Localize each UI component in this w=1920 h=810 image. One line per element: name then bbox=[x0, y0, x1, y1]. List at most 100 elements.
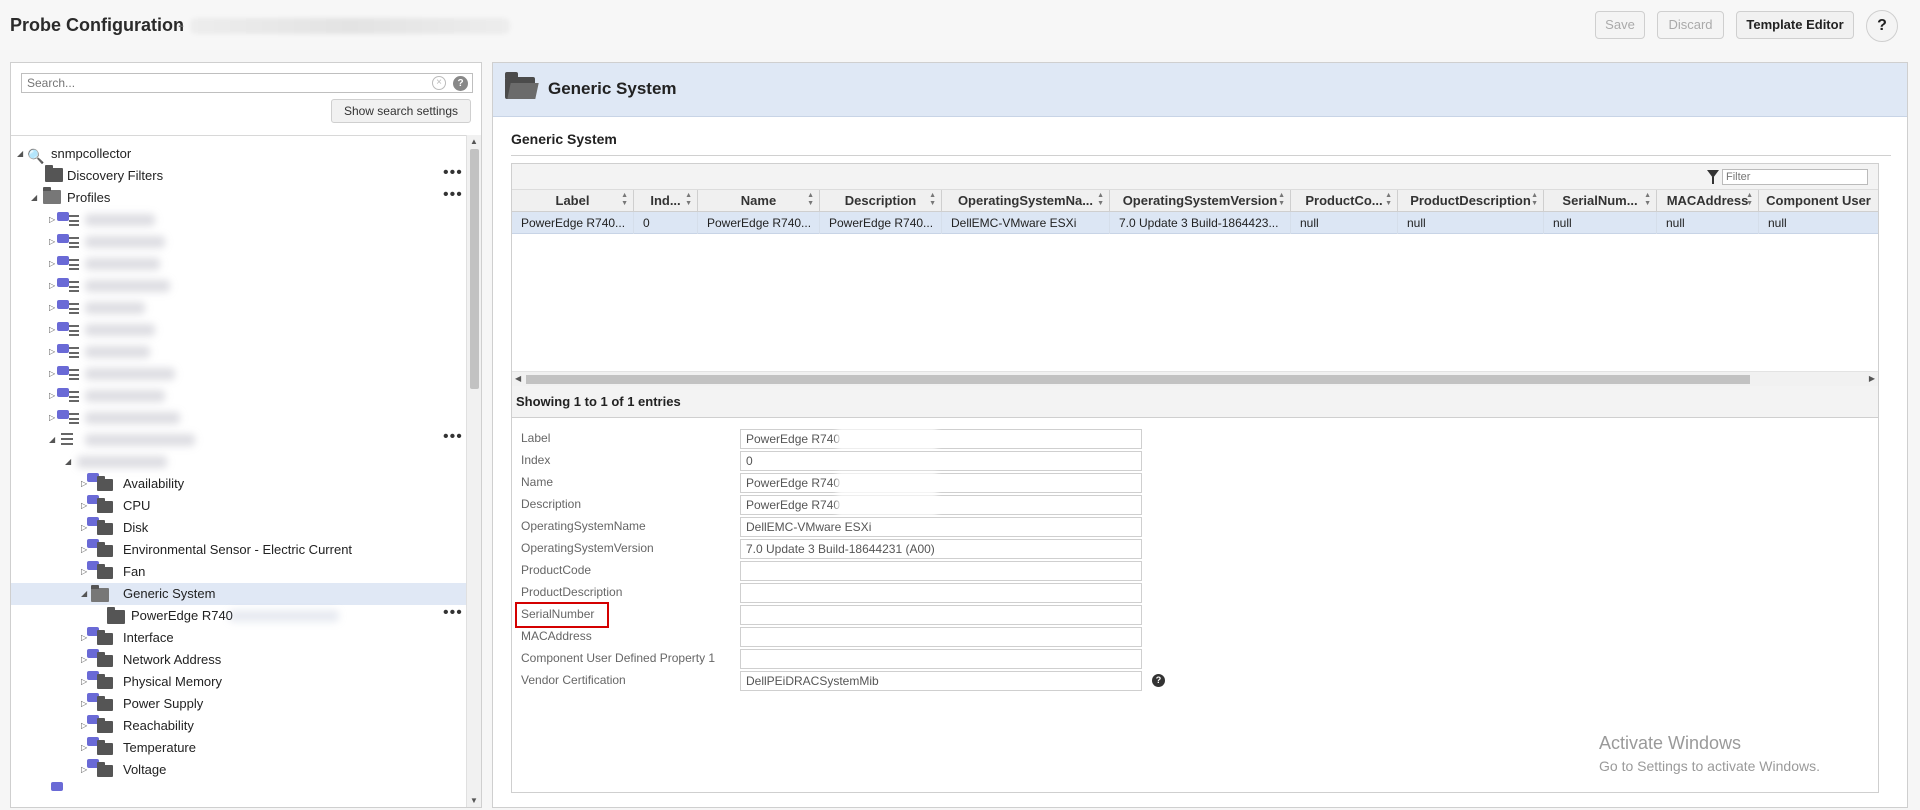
table-row[interactable]: PowerEdge R740... 0 PowerEdge R740... Po… bbox=[512, 212, 1878, 234]
tree-node-reachability[interactable]: ▷ Reachability bbox=[11, 715, 466, 737]
tree-node-profile-redacted[interactable]: ▷ bbox=[11, 275, 466, 297]
tree-node-profile-redacted[interactable]: ▷ bbox=[11, 407, 466, 429]
help-icon[interactable]: ? bbox=[1152, 674, 1165, 687]
column-header[interactable]: Label ▲ ▼ bbox=[512, 190, 634, 212]
tree-node-profile-redacted[interactable]: ▷ bbox=[11, 341, 466, 363]
more-icon[interactable]: ••• bbox=[443, 426, 463, 448]
tree-node-cpu[interactable]: ▷ CPU bbox=[11, 495, 466, 517]
more-icon[interactable]: ••• bbox=[443, 162, 463, 184]
tree-node-profile-redacted[interactable]: ▷ bbox=[11, 363, 466, 385]
expand-icon[interactable]: ▷ bbox=[49, 319, 55, 341]
column-header[interactable]: Description ▲ ▼ bbox=[820, 190, 942, 212]
title-separator: - bbox=[178, 15, 184, 35]
detail-title: Generic System bbox=[548, 79, 677, 98]
tree-node-disk[interactable]: ▷ Disk bbox=[11, 517, 466, 539]
discard-button[interactable]: Discard bbox=[1657, 11, 1724, 39]
product-description-field[interactable] bbox=[740, 583, 1142, 603]
help-button[interactable]: ? bbox=[1866, 10, 1898, 42]
name-field[interactable]: PowerEdge R740 bbox=[740, 472, 1142, 494]
column-header[interactable]: Ind... ▲ ▼ bbox=[634, 190, 698, 212]
tree-node-availability[interactable]: ▷ Availability bbox=[11, 473, 466, 495]
expand-icon[interactable]: ▷ bbox=[49, 341, 55, 363]
expand-icon[interactable]: ▷ bbox=[49, 363, 55, 385]
form-row-os-version: OperatingSystemVersion 7.0 Update 3 Buil… bbox=[512, 538, 1878, 560]
scroll-right-icon[interactable]: ▶ bbox=[1869, 374, 1875, 383]
tree-node-fan[interactable]: ▷ Fan bbox=[11, 561, 466, 583]
tree-node-network-address[interactable]: ▷ Network Address bbox=[11, 649, 466, 671]
component-udp1-field[interactable] bbox=[740, 649, 1142, 669]
scroll-thumb[interactable] bbox=[526, 375, 1750, 384]
expand-icon[interactable]: ▷ bbox=[49, 231, 55, 253]
search-input[interactable] bbox=[22, 74, 422, 92]
tree-node-partial[interactable] bbox=[11, 781, 466, 803]
tree-node-discovery-filters[interactable]: Discovery Filters ••• bbox=[11, 162, 466, 187]
description-field[interactable]: PowerEdge R740 bbox=[740, 494, 1142, 516]
expand-icon[interactable]: ▷ bbox=[49, 385, 55, 407]
grid-horizontal-scrollbar[interactable]: ◀ ▶ bbox=[512, 371, 1878, 386]
form-row-product-description: ProductDescription bbox=[512, 582, 1878, 604]
scroll-up-icon[interactable]: ▲ bbox=[470, 137, 478, 146]
tree-node-environmental-sensor[interactable]: ▷ Environmental Sensor - Electric Current bbox=[11, 539, 466, 561]
os-version-field[interactable]: 7.0 Update 3 Build-18644231 (A00) bbox=[740, 539, 1142, 559]
scroll-left-icon[interactable]: ◀ bbox=[515, 374, 521, 383]
detail-header: Generic System bbox=[493, 63, 1907, 117]
expand-icon[interactable]: ▷ bbox=[49, 297, 55, 319]
expand-icon[interactable]: ▷ bbox=[49, 253, 55, 275]
collapse-icon[interactable]: ◢ bbox=[31, 187, 37, 209]
expand-icon[interactable]: ▷ bbox=[49, 275, 55, 297]
tree-scrollbar[interactable]: ▲ ▼ bbox=[466, 135, 481, 807]
tree-node-interface[interactable]: ▷ Interface bbox=[11, 627, 466, 649]
column-header[interactable]: MACAddress ▲ ▼ bbox=[1657, 190, 1759, 212]
field-label: Component User Defined Property 1 bbox=[521, 651, 716, 665]
serial-number-field[interactable] bbox=[740, 605, 1142, 625]
tree-node-temperature[interactable]: ▷ Temperature bbox=[11, 737, 466, 759]
expand-icon[interactable]: ▷ bbox=[49, 407, 55, 429]
tree-node-voltage[interactable]: ▷ Voltage bbox=[11, 759, 466, 781]
column-header[interactable]: OperatingSystemNa... ▲ ▼ bbox=[942, 190, 1110, 212]
more-icon[interactable]: ••• bbox=[443, 184, 463, 206]
form-row-vendor-certification: Vendor Certification DellPEiDRACSystemMi… bbox=[512, 670, 1878, 692]
column-header[interactable]: ProductDescription ▲ ▼ bbox=[1398, 190, 1544, 212]
product-code-field[interactable] bbox=[740, 561, 1142, 581]
column-header[interactable]: Component User bbox=[1759, 190, 1878, 212]
scroll-down-icon[interactable]: ▼ bbox=[470, 796, 478, 805]
template-editor-button[interactable]: Template Editor bbox=[1736, 11, 1854, 39]
label-field[interactable]: PowerEdge R740 bbox=[740, 428, 1142, 450]
column-header[interactable]: SerialNum... ▲ ▼ bbox=[1544, 190, 1657, 212]
tree-node-physical-memory[interactable]: ▷ Physical Memory bbox=[11, 671, 466, 693]
form-row-component-udp1: Component User Defined Property 1 bbox=[512, 648, 1878, 670]
clear-search-icon[interactable]: × bbox=[432, 76, 446, 90]
more-icon[interactable]: ••• bbox=[443, 602, 463, 624]
tree-node-profile-redacted[interactable]: ▷ bbox=[11, 319, 466, 341]
collapse-icon[interactable]: ◢ bbox=[49, 429, 55, 451]
mac-address-field[interactable] bbox=[740, 627, 1142, 647]
index-field[interactable]: 0 bbox=[740, 451, 1142, 471]
scroll-thumb[interactable] bbox=[470, 149, 479, 389]
collapse-icon[interactable]: ◢ bbox=[65, 451, 71, 473]
os-name-field[interactable]: DellEMC-VMware ESXi bbox=[740, 517, 1142, 537]
column-header[interactable]: Name ▲ ▼ bbox=[698, 190, 820, 212]
filter-input[interactable] bbox=[1722, 169, 1868, 185]
tree-node-label: Availability bbox=[123, 476, 185, 491]
column-header[interactable]: OperatingSystemVersion ▲ ▼ bbox=[1110, 190, 1291, 212]
collapse-icon[interactable]: ◢ bbox=[81, 583, 87, 605]
tree-node-profiles[interactable]: ◢ Profiles ••• bbox=[11, 184, 466, 209]
tree-node-profile-redacted[interactable]: ▷ bbox=[11, 253, 466, 275]
tree-node-profile-redacted[interactable]: ▷ bbox=[11, 209, 466, 231]
tree-node-profile-redacted[interactable]: ▷ bbox=[11, 231, 466, 253]
column-header[interactable]: ProductCo... ▲ ▼ bbox=[1291, 190, 1398, 212]
tree-node-poweredge[interactable]: PowerEdge R740 ••• bbox=[11, 602, 466, 627]
tree-node-device-child-redacted[interactable]: ◢ bbox=[11, 451, 466, 473]
show-search-settings-button[interactable]: Show search settings bbox=[330, 99, 471, 123]
tree-node-profile-redacted[interactable]: ▷ bbox=[11, 297, 466, 319]
tree-node-power-supply[interactable]: ▷ Power Supply bbox=[11, 693, 466, 715]
expand-icon[interactable]: ▷ bbox=[49, 209, 55, 231]
vendor-certification-field[interactable]: DellPEiDRACSystemMib bbox=[740, 671, 1142, 691]
collapse-icon[interactable]: ◢ bbox=[17, 143, 23, 165]
save-button[interactable]: Save bbox=[1595, 11, 1645, 39]
tree-node-root[interactable]: ◢ 🔍 snmpcollector bbox=[11, 143, 466, 165]
tree-node-generic-system[interactable]: ◢ Generic System bbox=[11, 583, 466, 605]
tree-node-profile-redacted[interactable]: ▷ bbox=[11, 385, 466, 407]
search-help-icon[interactable]: ? bbox=[453, 76, 468, 91]
tree-node-device-redacted[interactable]: ◢ ••• bbox=[11, 426, 466, 451]
